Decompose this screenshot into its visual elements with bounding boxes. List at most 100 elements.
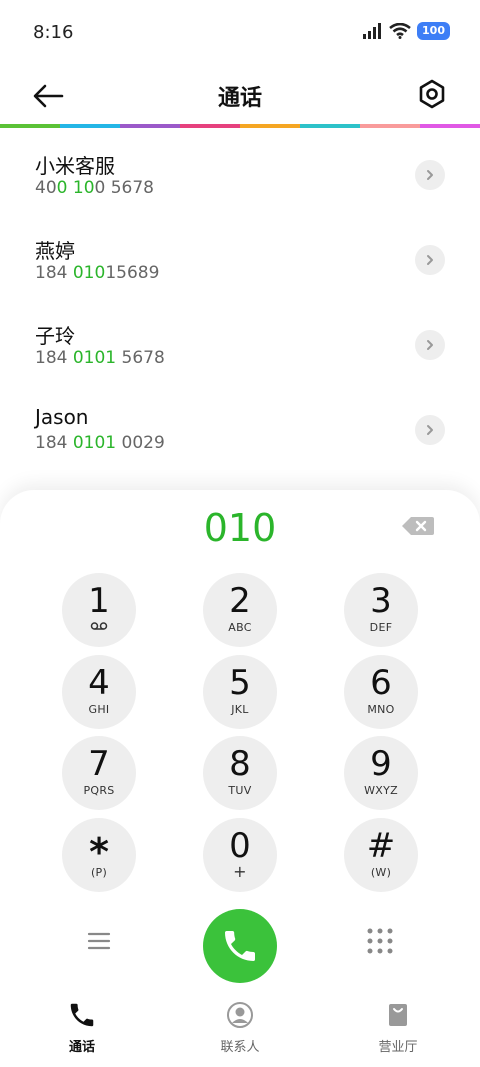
back-button[interactable]	[30, 78, 66, 114]
key-6[interactable]: 6 MNO	[344, 655, 418, 729]
number-part: 0 5678	[94, 178, 154, 198]
header: 通话	[0, 66, 480, 124]
key-digit: 9	[370, 744, 392, 784]
dialpad-toggle-button[interactable]	[365, 926, 395, 956]
chevron-right-icon	[427, 425, 433, 435]
nav-calls[interactable]: 通话	[22, 1000, 142, 1055]
number-part: 184	[35, 348, 73, 368]
key-digit: 2	[229, 581, 251, 621]
page-title: 通话	[217, 86, 262, 111]
chevron-right-icon	[427, 170, 433, 180]
key-2[interactable]: 2 ABC	[203, 573, 277, 647]
contact-detail-button[interactable]	[415, 160, 445, 190]
contact-row[interactable]: 小米客服 400 100 5678	[0, 128, 480, 213]
contact-number: 400 100 5678	[35, 178, 154, 198]
status-icons: 100	[363, 22, 450, 40]
key-letters: GHI	[88, 703, 110, 716]
contact-detail-button[interactable]	[415, 415, 445, 445]
call-button[interactable]	[203, 909, 277, 983]
number-match: 010	[72, 263, 106, 283]
backspace-icon	[402, 517, 434, 535]
contact-name: Jason	[35, 405, 89, 429]
key-9[interactable]: 9 WXYZ	[344, 736, 418, 810]
contact-name: 小米客服	[35, 154, 115, 178]
wifi-icon	[389, 23, 411, 39]
backspace-button[interactable]	[400, 514, 436, 538]
key-letters: WXYZ	[364, 784, 398, 797]
dial-panel: 010 1 2 ABC 3 DEF 4 GHI 5 JKL 6 MNO 7 PQRS 8 TUV 9 WXYZ *…	[0, 490, 480, 1067]
key-letters: +	[233, 862, 247, 881]
shopping-bag-icon	[389, 1004, 407, 1026]
key-letters: JKL	[231, 703, 249, 716]
contact-detail-button[interactable]	[415, 245, 445, 275]
nav-store-label: 营业厅	[378, 1040, 418, 1055]
number-part: 5678	[116, 348, 165, 368]
contact-row[interactable]: 燕婷 184 01015689	[0, 213, 480, 298]
battery-indicator: 100	[417, 22, 450, 40]
number-part: 184	[35, 263, 73, 283]
key-digit: 7	[88, 744, 110, 784]
contact-number: 184 0101 5678	[35, 348, 165, 368]
key-0[interactable]: 0 +	[203, 818, 277, 892]
chevron-right-icon	[427, 255, 433, 265]
contact-name: 燕婷	[35, 239, 75, 263]
key-7[interactable]: 7 PQRS	[62, 736, 136, 810]
menu-icon	[87, 932, 111, 950]
back-arrow-icon	[33, 84, 64, 108]
number-match: 10	[72, 178, 95, 198]
number-match: 0101	[72, 433, 117, 453]
bottom-nav: 通话 联系人 营业厅	[0, 990, 480, 1067]
settings-button[interactable]	[414, 76, 450, 112]
contact-detail-button[interactable]	[415, 330, 445, 360]
voicemail-icon	[62, 621, 136, 634]
key-digit: 6	[370, 663, 392, 703]
number-part: 40	[35, 178, 57, 198]
key-letters: DEF	[369, 621, 393, 634]
number-match: 0101	[72, 348, 117, 368]
nav-calls-label: 通话	[68, 1040, 95, 1055]
number-part: 0029	[116, 433, 165, 453]
phone-icon	[70, 1003, 94, 1027]
key-digit: 4	[88, 663, 110, 703]
number-match: 0	[56, 178, 68, 198]
gear-icon	[419, 79, 445, 109]
nav-store[interactable]: 营业厅	[338, 1000, 458, 1055]
key-digit: 0	[229, 826, 251, 866]
key-hash[interactable]: # (W)	[344, 818, 418, 892]
contact-row[interactable]: Jason 184 0101 0029	[0, 383, 480, 468]
chevron-right-icon	[427, 340, 433, 350]
number-part: 15689	[105, 263, 160, 283]
key-star[interactable]: * (P)	[62, 818, 136, 892]
key-3[interactable]: 3 DEF	[344, 573, 418, 647]
dialpad-icon	[367, 928, 393, 954]
key-digit: 8	[229, 744, 251, 784]
key-8[interactable]: 8 TUV	[203, 736, 277, 810]
key-1[interactable]: 1	[62, 573, 136, 647]
key-letters: TUV	[228, 784, 252, 797]
signal-icon	[363, 23, 382, 39]
key-letters: (P)	[90, 866, 108, 879]
contact-row[interactable]: 子玲 184 0101 5678	[0, 298, 480, 383]
status-time: 8:16	[33, 22, 74, 43]
key-digit: 5	[229, 663, 251, 703]
key-digit: #	[366, 826, 396, 866]
phone-icon	[225, 931, 255, 961]
key-letters: PQRS	[83, 784, 115, 797]
contacts-icon	[227, 1002, 253, 1028]
key-4[interactable]: 4 GHI	[62, 655, 136, 729]
key-letters: MNO	[367, 703, 395, 716]
key-letters: ABC	[228, 621, 252, 634]
key-digit: 1	[88, 581, 110, 621]
menu-button[interactable]	[84, 926, 114, 956]
contact-number: 184 01015689	[35, 263, 159, 283]
nav-contacts[interactable]: 联系人	[180, 1000, 300, 1055]
number-part: 184	[35, 433, 73, 453]
key-letters: (W)	[370, 866, 392, 879]
nav-contacts-label: 联系人	[220, 1040, 260, 1055]
contact-name: 子玲	[35, 324, 75, 348]
status-bar: 8:16 100	[0, 0, 480, 66]
key-digit: 3	[370, 581, 392, 621]
key-5[interactable]: 5 JKL	[203, 655, 277, 729]
contact-list: 小米客服 400 100 5678 燕婷 184 01015689 子玲 184 0101…	[0, 128, 480, 468]
contact-number: 184 0101 0029	[35, 433, 165, 453]
